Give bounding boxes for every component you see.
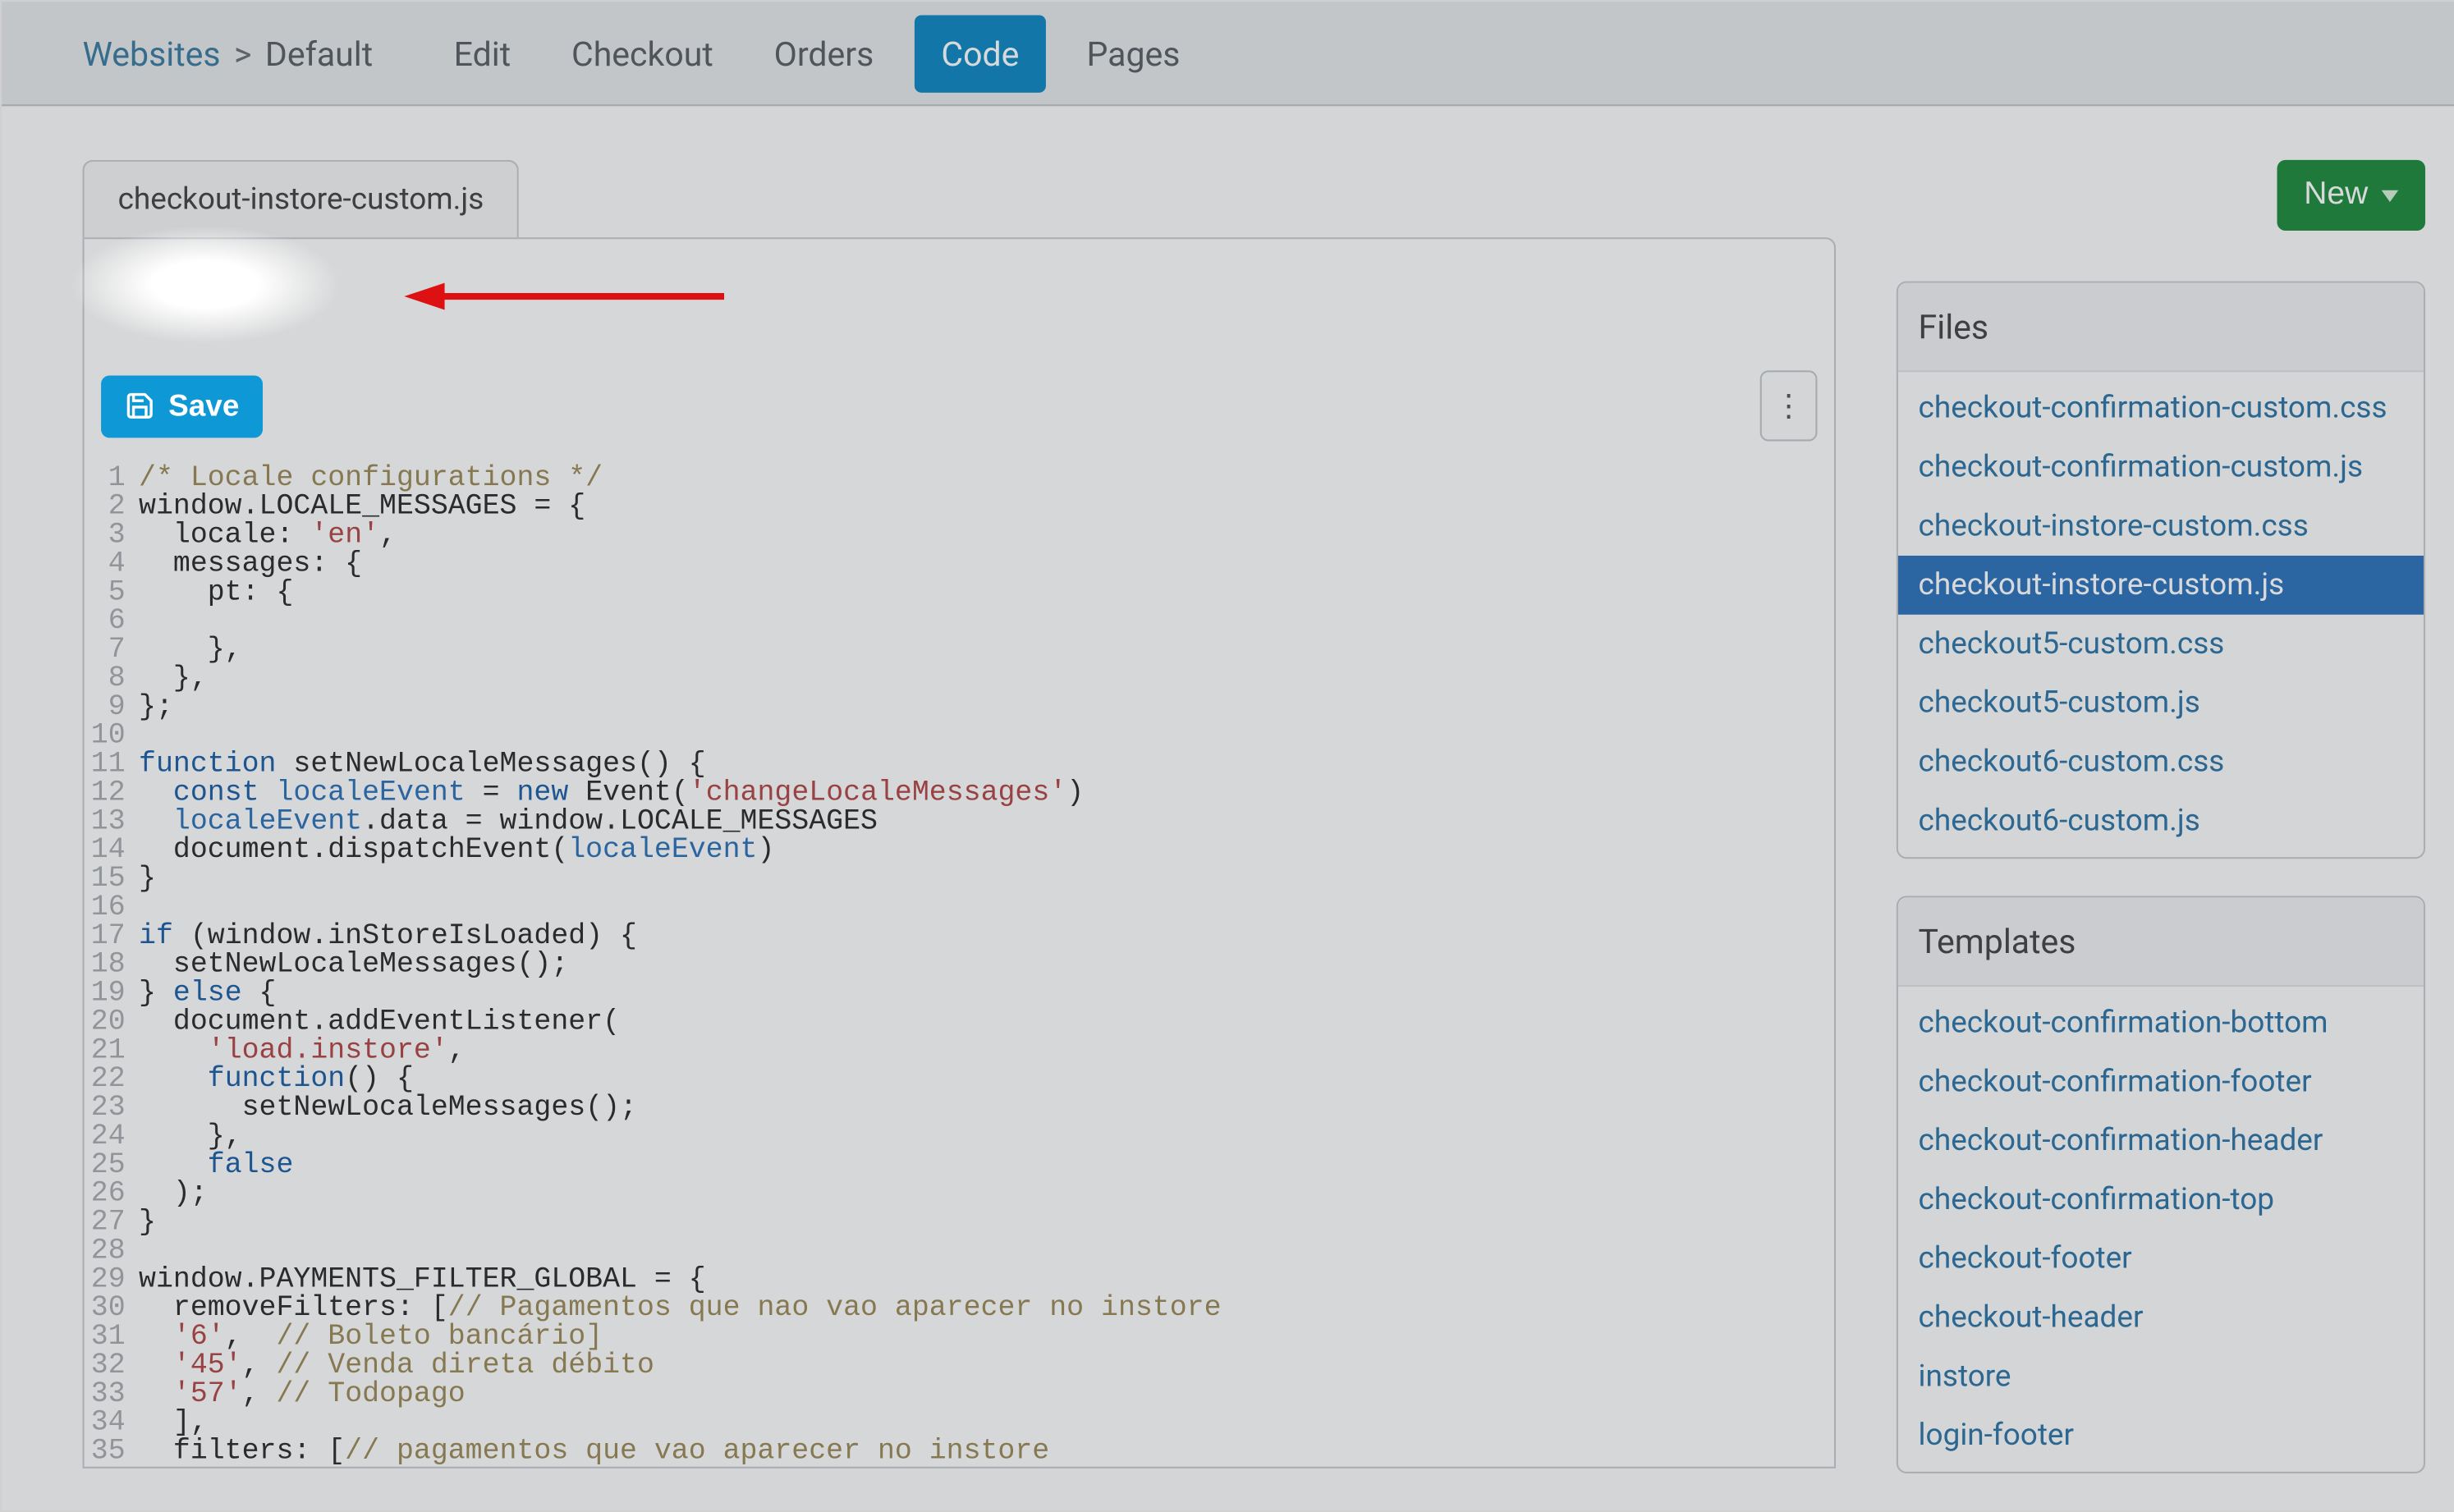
code-line[interactable]: document.dispatchEvent(localeEvent) bbox=[139, 837, 1834, 866]
template-item[interactable]: instore bbox=[1898, 1347, 2424, 1406]
templates-title: Templates bbox=[1898, 897, 2424, 987]
file-item[interactable]: checkout5-custom.css bbox=[1898, 615, 2424, 674]
code-line[interactable]: false bbox=[139, 1152, 1834, 1180]
templates-panel: Templates checkout-confirmation-bottomch… bbox=[1897, 896, 2425, 1473]
save-button[interactable]: Save bbox=[101, 374, 263, 437]
code-line[interactable]: removeFilters: [// Pagamentos que nao va… bbox=[139, 1295, 1834, 1324]
code-line[interactable]: messages: { bbox=[139, 551, 1834, 580]
template-item[interactable]: checkout-confirmation-top bbox=[1898, 1171, 2424, 1230]
code-line[interactable]: }, bbox=[139, 665, 1834, 694]
new-label: New bbox=[2304, 176, 2368, 213]
nav-item-orders[interactable]: Orders bbox=[744, 2, 905, 104]
nav-item-code[interactable]: Code bbox=[915, 14, 1047, 91]
template-item[interactable]: checkout-footer bbox=[1898, 1230, 2424, 1289]
code-line[interactable]: setNewLocaleMessages(); bbox=[139, 1094, 1834, 1123]
code-line[interactable]: setNewLocaleMessages(); bbox=[139, 951, 1834, 980]
code-line[interactable]: '57', // Todopago bbox=[139, 1381, 1834, 1409]
code-editor[interactable]: 1234567891011121314151617181920212223242… bbox=[85, 455, 1834, 1467]
breadcrumb-sep: > bbox=[234, 33, 251, 73]
code-line[interactable]: const localeEvent = new Event('changeLoc… bbox=[139, 780, 1834, 809]
code-line[interactable]: pt: { bbox=[139, 580, 1834, 608]
highlight-glow bbox=[71, 226, 340, 344]
template-item[interactable]: checkout-header bbox=[1898, 1288, 2424, 1347]
file-item[interactable]: checkout5-custom.js bbox=[1898, 674, 2424, 733]
code-line[interactable]: if (window.inStoreIsLoaded) { bbox=[139, 923, 1834, 951]
nav-item-pages[interactable]: Pages bbox=[1057, 2, 1211, 104]
new-button[interactable]: New bbox=[2277, 160, 2425, 231]
file-item[interactable]: checkout6-custom.css bbox=[1898, 732, 2424, 791]
editor-panel: Save ⋮ 123456789101112131415161718192021… bbox=[83, 237, 1837, 1468]
save-label: Save bbox=[168, 388, 239, 424]
code-line[interactable]: document.addEventListener( bbox=[139, 1009, 1834, 1038]
file-tab[interactable]: checkout-instore-custom.js bbox=[83, 160, 520, 237]
code-line[interactable]: localeEvent.data = window.LOCALE_MESSAGE… bbox=[139, 809, 1834, 837]
kebab-icon: ⋮ bbox=[1773, 388, 1804, 424]
template-item[interactable]: checkout-confirmation-header bbox=[1898, 1111, 2424, 1171]
code-line[interactable]: }; bbox=[139, 694, 1834, 722]
code-line[interactable]: 'load.instore', bbox=[139, 1038, 1834, 1066]
file-item[interactable]: checkout6-custom.js bbox=[1898, 791, 2424, 850]
code-line[interactable]: } bbox=[139, 865, 1834, 894]
files-title: Files bbox=[1898, 283, 2424, 373]
code-line[interactable]: ); bbox=[139, 1180, 1834, 1209]
code-line[interactable] bbox=[139, 894, 1834, 923]
code-line[interactable]: } else { bbox=[139, 980, 1834, 1009]
code-line[interactable]: function setNewLocaleMessages() { bbox=[139, 751, 1834, 780]
code-line[interactable]: '6', // Boleto bancário] bbox=[139, 1323, 1834, 1352]
code-line[interactable]: }, bbox=[139, 636, 1834, 665]
annotation-arrow bbox=[404, 280, 724, 320]
code-line[interactable]: function() { bbox=[139, 1066, 1834, 1095]
file-item[interactable]: checkout-confirmation-custom.css bbox=[1898, 379, 2424, 438]
code-line[interactable]: ], bbox=[139, 1409, 1834, 1438]
template-item[interactable]: login-footer bbox=[1898, 1406, 2424, 1465]
code-line[interactable]: window.PAYMENTS_FILTER_GLOBAL = { bbox=[139, 1267, 1834, 1295]
template-item[interactable]: checkout-confirmation-bottom bbox=[1898, 993, 2424, 1052]
files-panel: Files checkout-confirmation-custom.cssch… bbox=[1897, 282, 2425, 859]
code-line[interactable] bbox=[139, 608, 1834, 637]
code-line[interactable]: window.LOCALE_MESSAGES = { bbox=[139, 493, 1834, 522]
save-icon bbox=[125, 391, 155, 421]
top-nav: Websites > Default EditCheckoutOrdersCod… bbox=[2, 2, 2454, 106]
code-line[interactable]: locale: 'en', bbox=[139, 522, 1834, 551]
code-line[interactable] bbox=[139, 1238, 1834, 1267]
breadcrumb-current: Default bbox=[265, 33, 373, 73]
template-item[interactable]: checkout-confirmation-footer bbox=[1898, 1052, 2424, 1111]
nav-item-edit[interactable]: Edit bbox=[424, 2, 541, 104]
chevron-down-icon bbox=[2382, 190, 2399, 201]
nav-item-checkout[interactable]: Checkout bbox=[541, 2, 744, 104]
file-item[interactable]: checkout-instore-custom.css bbox=[1898, 497, 2424, 556]
code-line[interactable]: /* Locale configurations */ bbox=[139, 465, 1834, 493]
code-line[interactable]: }, bbox=[139, 1123, 1834, 1152]
file-item[interactable]: checkout-instore-custom.js bbox=[1898, 556, 2424, 615]
code-line[interactable]: '45', // Venda direta débito bbox=[139, 1352, 1834, 1381]
code-line[interactable] bbox=[139, 722, 1834, 751]
breadcrumb-root[interactable]: Websites bbox=[83, 33, 221, 73]
code-line[interactable]: } bbox=[139, 1209, 1834, 1238]
file-item[interactable]: checkout-confirmation-custom.js bbox=[1898, 438, 2424, 497]
more-menu-button[interactable]: ⋮ bbox=[1760, 370, 1818, 441]
code-line[interactable]: filters: [// pagamentos que vao aparecer… bbox=[139, 1438, 1834, 1467]
